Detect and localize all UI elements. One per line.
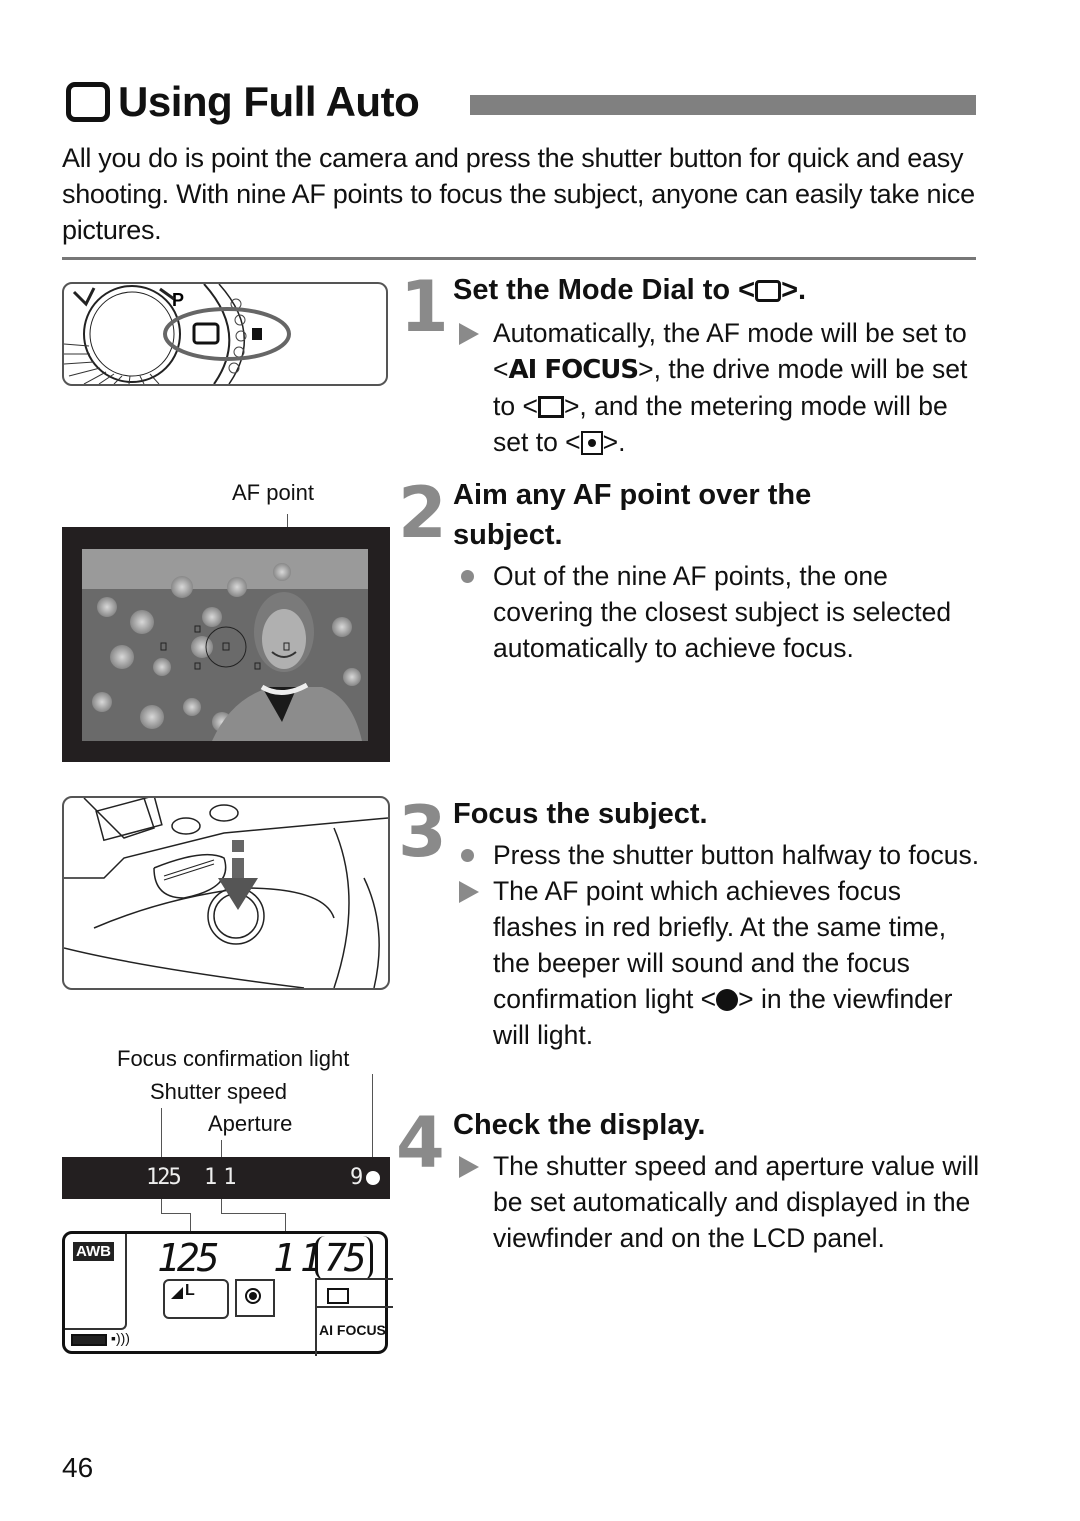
evaluative-metering-icon [580, 431, 603, 455]
beeper-icon: ▪))) [111, 1330, 130, 1346]
quality-triangle-icon [171, 1287, 183, 1299]
lcd-shots-remaining: 75 [315, 1236, 373, 1280]
result-arrow-icon [459, 1156, 479, 1178]
step-1-title-suffix: >. [781, 274, 807, 306]
lcd-right-section: AI FOCUS [315, 1278, 393, 1356]
shutter-leader-line [161, 1108, 162, 1158]
full-auto-mode-icon [66, 82, 110, 122]
viewfinder-photo-drawing [82, 549, 368, 741]
step-2-title: Aim any AF point over the subject. [453, 479, 812, 551]
action-bullet-icon [461, 570, 474, 583]
action-text: Press the shutter button halfway to focu… [493, 840, 980, 870]
metering-mode-box [235, 1279, 275, 1317]
viewfinder-photo [62, 527, 390, 762]
shutter-lcd-leader-h [161, 1213, 190, 1214]
result-arrow-icon [459, 323, 479, 345]
shutter-lcd-leader [161, 1199, 162, 1213]
viewfinder-max-burst: 9 [350, 1165, 364, 1190]
focus-light-caption: Focus confirmation light [117, 1046, 350, 1071]
focus-confirmation-light [366, 1171, 380, 1185]
single-shot-drive-icon [327, 1288, 349, 1304]
step-3-title: Focus the subject. [453, 798, 708, 830]
battery-icon [71, 1334, 107, 1346]
image-quality-box: L [163, 1279, 229, 1319]
step-2-action: Out of the nine AF points, the one cover… [453, 558, 973, 666]
full-auto-dial-icon [192, 322, 220, 345]
shutter-button-illustration [62, 796, 390, 990]
metering-center-dot [249, 1292, 257, 1300]
result-text: >. [602, 427, 626, 457]
image-quality-value: L [185, 1282, 195, 1299]
aperture-caption: Aperture [208, 1111, 293, 1136]
step-1-body: Automatically, the AF mode will be set t… [453, 315, 983, 460]
dial-index-mark [252, 328, 262, 340]
step-4-body: The shutter speed and aperture value wil… [453, 1148, 983, 1256]
aperture-leader-line [221, 1140, 222, 1158]
step-3-body: Press the shutter button halfway to focu… [453, 837, 983, 1053]
shutter-button-drawing [64, 798, 388, 988]
step-4-number: 4 [396, 1102, 445, 1184]
lcd-panel: AWB ▪))) 125 11 75 L AI FOCUS [62, 1231, 393, 1356]
viewfinder-aperture: 11 [204, 1165, 243, 1190]
page-title: Using Full Auto [118, 78, 420, 125]
single-shot-drive-icon [537, 396, 564, 418]
highlight-ellipse [163, 307, 291, 361]
lcd-right-divider [317, 1306, 393, 1308]
step-2-body: Out of the nine AF points, the one cover… [453, 558, 973, 666]
lcd-shutter-speed: 125 [157, 1236, 220, 1280]
af-point-caption: AF point [232, 480, 314, 505]
step-3-result: The AF point which achieves focus flashe… [453, 873, 983, 1053]
section-divider [62, 257, 976, 260]
shutter-speed-caption: Shutter speed [150, 1079, 287, 1104]
step-2-number: 2 [398, 472, 447, 554]
page-number: 46 [62, 1452, 94, 1483]
result-text: The shutter speed and aperture value wil… [493, 1151, 980, 1253]
page-title-row: Using Full Auto [66, 72, 420, 132]
viewfinder-shutter-speed: 125 [146, 1165, 182, 1190]
action-text: Out of the nine AF points, the one cover… [493, 561, 952, 663]
title-decoration-bar [470, 95, 976, 115]
step-4-result: The shutter speed and aperture value wil… [453, 1148, 983, 1256]
step-3-number: 3 [398, 791, 447, 873]
lcd-left-divider [65, 1234, 127, 1330]
mode-dial-illustration: P [62, 282, 388, 386]
focus-confirmation-icon [716, 989, 739, 1011]
step-4-title: Check the display. [453, 1109, 706, 1141]
result-arrow-icon [459, 881, 479, 903]
action-bullet-icon [461, 849, 474, 862]
step-1-title: Set the Mode Dial to < >. [453, 270, 993, 310]
lcd-af-mode: AI FOCUS [319, 1322, 386, 1338]
step-1-result: Automatically, the AF mode will be set t… [453, 315, 983, 460]
step-1-title-text: Set the Mode Dial to < [453, 274, 756, 306]
mode-dial-drawing: P [64, 284, 291, 384]
press-arrow-icon [218, 878, 258, 910]
dial-mode-p: P [172, 290, 184, 310]
intro-paragraph: All you do is point the camera and press… [62, 143, 975, 245]
viewfinder-info-strip: 125 11 9 [62, 1157, 390, 1199]
step-3-action: Press the shutter button halfway to focu… [453, 837, 983, 873]
aperture-lcd-leader [221, 1199, 222, 1213]
full-auto-mode-icon [755, 280, 782, 302]
aperture-lcd-leader-h [221, 1213, 285, 1214]
step-1-number: 1 [400, 266, 449, 348]
ai-focus-icon: AI FOCUS [508, 355, 639, 385]
